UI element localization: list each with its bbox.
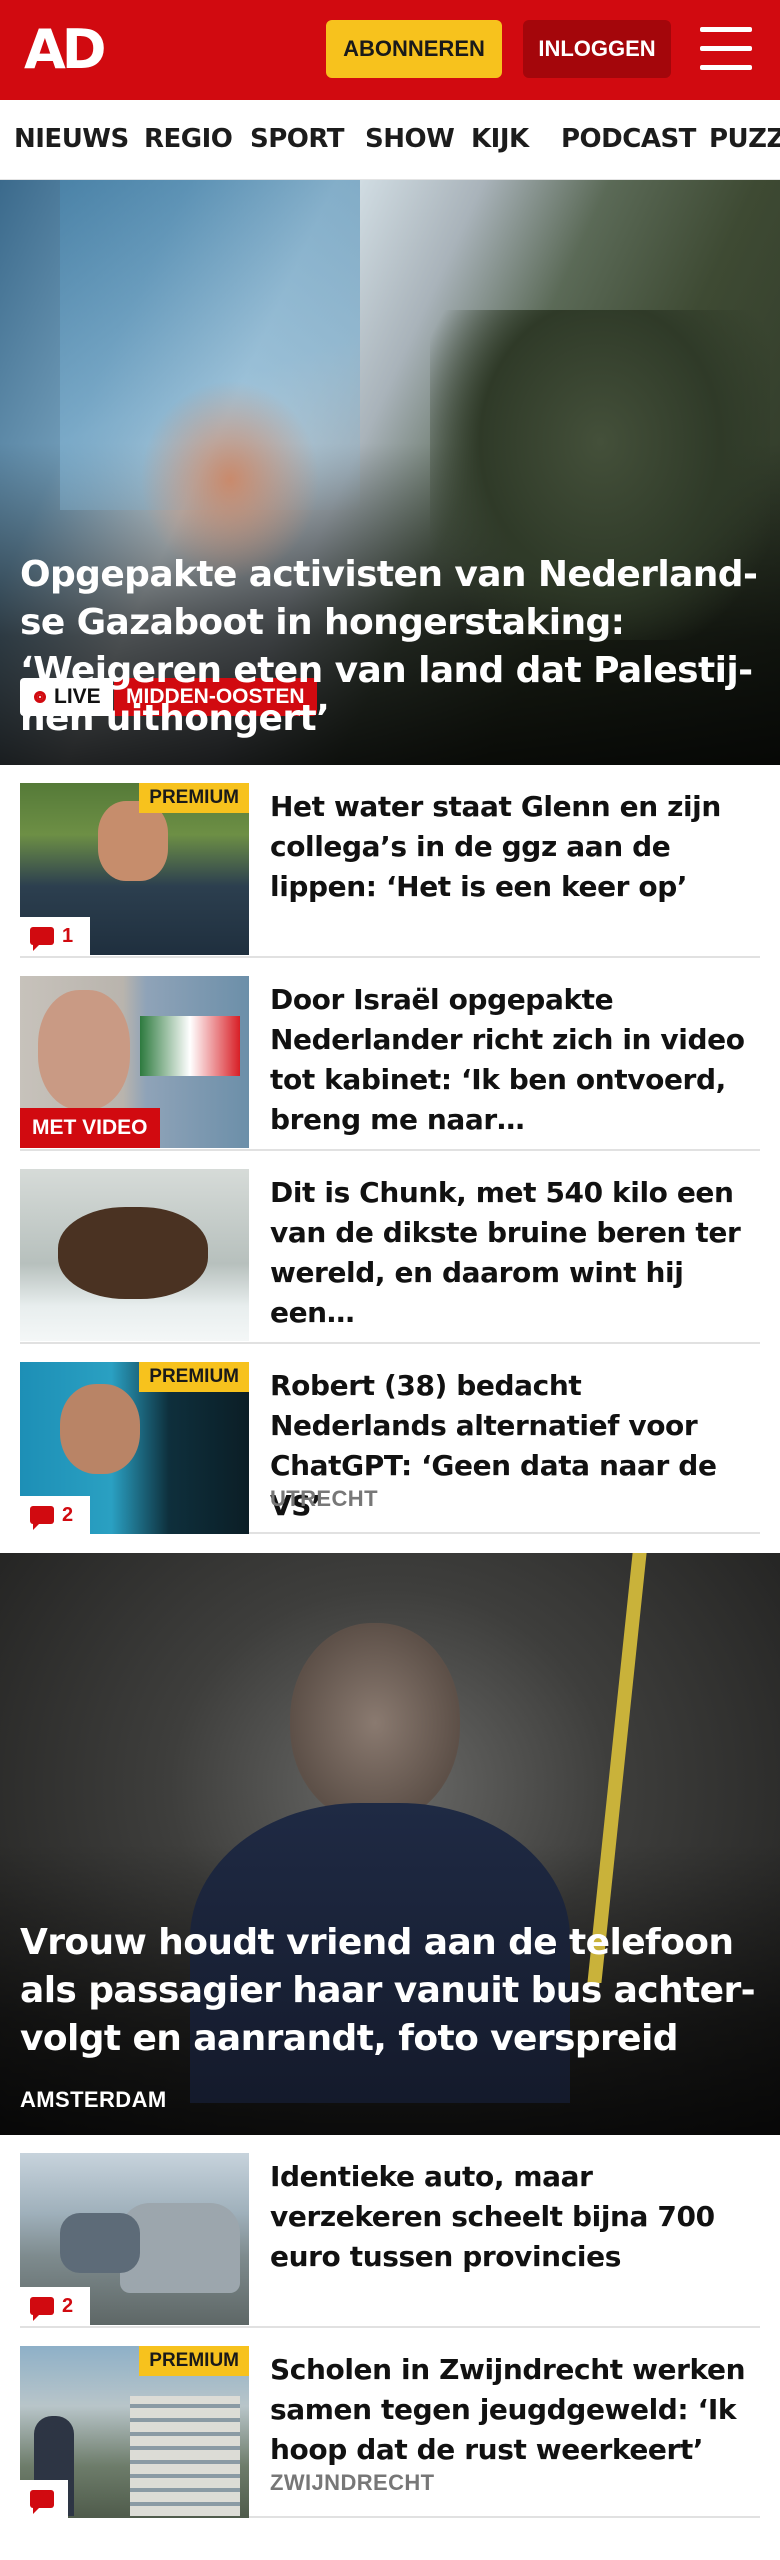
comment-count[interactable]: 2	[20, 2287, 90, 2325]
article-location: ZWIJNDRECHT	[270, 2470, 435, 2495]
comment-bubble-icon	[30, 2490, 54, 2514]
hero-headline[interactable]: Vrouw houdt vriend aan de telefoon als p…	[20, 1919, 760, 2063]
login-button[interactable]: INLOGGEN	[523, 20, 671, 78]
thumbnail-person-face	[98, 801, 168, 881]
article-thumbnail[interactable]: MET VIDEO	[20, 976, 249, 1148]
nav-item-sport[interactable]: SPORT	[250, 124, 344, 154]
hero-article-bus[interactable]: Vrouw houdt vriend aan de telefoon als p…	[0, 1553, 780, 2135]
thumbnail-car	[60, 2213, 140, 2273]
article-thumbnail[interactable]	[20, 1169, 249, 1341]
nav-item-kijk[interactable]: KIJK	[471, 124, 529, 154]
article-item[interactable]: Dit is Chunk, met 540 kilo een van de di…	[20, 1151, 760, 1344]
article-title[interactable]: Het water staat Glenn en zijn collega’s …	[270, 787, 760, 907]
nav-item-show[interactable]: SHOW	[365, 124, 455, 154]
premium-badge: PREMIUM	[139, 783, 249, 813]
comment-count-value: 1	[62, 924, 74, 947]
comment-count[interactable]	[20, 2480, 68, 2518]
comment-count-value: 2	[62, 1503, 74, 1526]
article-thumbnail[interactable]: PREMIUM 2	[20, 1362, 249, 1534]
article-title[interactable]: Identieke auto, maar verzekeren scheelt …	[270, 2157, 760, 2277]
thumbnail-flags	[140, 1016, 240, 1076]
thumbnail-person-face	[60, 1384, 140, 1474]
comment-bubble-icon	[30, 1506, 54, 1530]
menu-line	[700, 65, 752, 70]
article-item[interactable]: MET VIDEO Door Israël opgepakte Nederlan…	[20, 958, 760, 1151]
comment-count-value: 2	[62, 2294, 74, 2317]
menu-line	[700, 46, 752, 51]
comment-count[interactable]: 2	[20, 1496, 90, 1534]
article-item[interactable]: PREMIUM 2 Robert (38) bedacht Nederlands…	[20, 1344, 760, 1534]
article-title[interactable]: Door Israël opgepakte Nederlan­der richt…	[270, 980, 760, 1140]
hero-headline[interactable]: Opgepakte activisten van Nederland­se Ga…	[20, 551, 760, 743]
article-thumbnail[interactable]: PREMIUM	[20, 2346, 249, 2518]
hero-location: AMSTERDAM	[20, 2087, 167, 2112]
hero-image-face-blurred	[290, 1623, 460, 1823]
subscribe-button[interactable]: ABONNEREN	[326, 20, 502, 78]
premium-badge: PREMIUM	[139, 1362, 249, 1392]
comment-bubble-icon	[30, 927, 54, 951]
video-badge: MET VIDEO	[20, 1108, 160, 1148]
thumbnail-person-face	[38, 990, 130, 1110]
article-item[interactable]: 2 Identieke auto, maar verzekeren scheel…	[20, 2135, 760, 2328]
article-title[interactable]: Scholen in Zwijndrecht werken samen tege…	[270, 2350, 760, 2470]
ad-logo[interactable]: AD	[24, 22, 107, 78]
nav-item-nieuws[interactable]: NIEUWS	[14, 124, 129, 154]
premium-badge: PREMIUM	[139, 2346, 249, 2376]
hero-image-hands	[140, 380, 320, 580]
hamburger-menu-icon[interactable]	[700, 27, 752, 71]
nav-item-podcast[interactable]: PODCAST	[561, 124, 696, 154]
menu-line	[700, 27, 752, 32]
nav-item-puzzel[interactable]: PUZZ	[709, 124, 780, 154]
thumbnail-building	[130, 2396, 240, 2516]
hero-article-gazaboot[interactable]: LIVE MIDDEN-OOSTEN Opgepakte activisten …	[0, 180, 780, 765]
top-header: AD ABONNEREN INLOGGEN	[0, 0, 780, 100]
thumbnail-bear	[58, 1207, 208, 1299]
section-nav: NIEUWS REGIO SPORT SHOW KIJK PODCAST PUZ…	[0, 100, 780, 180]
nav-item-regio[interactable]: REGIO	[144, 124, 233, 154]
comment-count[interactable]: 1	[20, 917, 90, 955]
article-thumbnail[interactable]: 2	[20, 2153, 249, 2325]
article-item[interactable]: PREMIUM Scholen in Zwijndrecht werken sa…	[20, 2328, 760, 2518]
article-title[interactable]: Dit is Chunk, met 540 kilo een van de di…	[270, 1173, 760, 1333]
article-location: UTRECHT	[270, 1486, 378, 1511]
article-thumbnail[interactable]: PREMIUM 1	[20, 783, 249, 955]
comment-bubble-icon	[30, 2297, 54, 2321]
article-item[interactable]: PREMIUM 1 Het water staat Glenn en zijn …	[20, 765, 760, 958]
